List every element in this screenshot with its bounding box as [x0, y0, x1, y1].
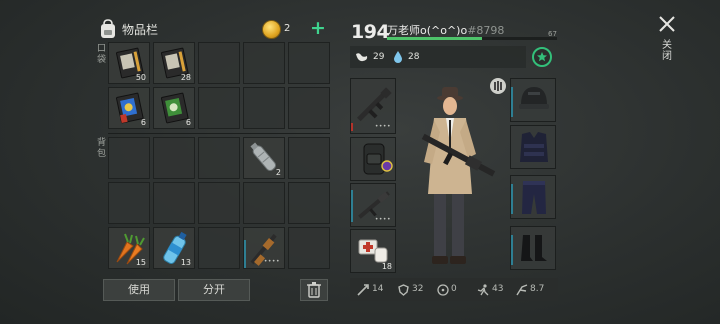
- item-qty: 13: [180, 258, 191, 267]
- backpack-slot-11[interactable]: 15: [108, 227, 150, 269]
- slot-accent: [244, 240, 246, 268]
- attack-icon: [357, 284, 369, 296]
- vest-icon: [520, 132, 548, 162]
- item-qty: 6: [140, 118, 146, 127]
- backpack-icon: [363, 143, 393, 175]
- backpack-slot-4[interactable]: 2: [243, 137, 285, 179]
- trash-button[interactable]: [300, 279, 328, 301]
- pocket-slot-5[interactable]: [288, 42, 330, 84]
- pocket-slot-6[interactable]: 6: [108, 87, 150, 129]
- pants-slot[interactable]: [510, 175, 556, 219]
- backpack-slot-8[interactable]: [198, 182, 240, 224]
- slot-accent: [511, 184, 513, 214]
- backpack-slot-6[interactable]: [108, 182, 150, 224]
- coin-count: 2: [284, 23, 291, 34]
- use-button[interactable]: 使用: [103, 279, 175, 301]
- radiation-value: 0: [451, 284, 457, 294]
- radiation-icon: [437, 284, 449, 296]
- player-name: 万老师o(^o^)o: [387, 24, 468, 37]
- backpack-slot-9[interactable]: [243, 182, 285, 224]
- player-id: #8798: [467, 24, 505, 37]
- xp-value: 67: [548, 30, 557, 38]
- item-qty: 50: [135, 73, 146, 82]
- pocket-slot-10[interactable]: [288, 87, 330, 129]
- favorite-button[interactable]: [532, 47, 552, 67]
- close-icon[interactable]: [656, 13, 678, 35]
- stomach-icon: [356, 53, 368, 62]
- backpack-slot-12[interactable]: 13: [153, 227, 195, 269]
- add-coins-button[interactable]: +: [310, 19, 326, 38]
- speed-value: 43: [492, 284, 504, 294]
- helmet-icon: [519, 87, 549, 109]
- pocket-slot-2[interactable]: 28: [153, 42, 195, 84]
- xp-bar-fill: [387, 37, 483, 40]
- backpack-slot-3[interactable]: [198, 137, 240, 179]
- sprint-icon: [516, 284, 528, 296]
- slot-accent: [511, 87, 513, 117]
- trash-icon: [307, 282, 321, 298]
- water-value: 28: [408, 52, 420, 62]
- pocket-label: 口袋: [97, 44, 107, 65]
- split-button[interactable]: 分开: [178, 279, 250, 301]
- ammo-dots: ••••: [263, 258, 280, 265]
- pants-icon: [522, 181, 546, 214]
- backpack-slot-5[interactable]: [288, 137, 330, 179]
- item-qty: 15: [135, 258, 146, 267]
- attack-value: 14: [372, 284, 384, 294]
- item-qty: 28: [180, 73, 191, 82]
- star-icon: [537, 52, 547, 62]
- close-label[interactable]: 关闭: [662, 40, 673, 62]
- vest-slot[interactable]: [510, 125, 556, 169]
- backpack-slot-2[interactable]: [153, 137, 195, 179]
- food-value: 29: [373, 52, 385, 62]
- shield-icon: [398, 284, 409, 296]
- boots-slot[interactable]: [510, 226, 556, 270]
- coin-icon: [262, 20, 281, 39]
- backpack-slot-15[interactable]: [288, 227, 330, 269]
- backpack-icon: [101, 19, 115, 38]
- slot-accent: [351, 123, 353, 131]
- player-character: [421, 87, 496, 264]
- pocket-slot-7[interactable]: 6: [153, 87, 195, 129]
- backpack-slot-1[interactable]: [108, 137, 150, 179]
- boots-icon: [521, 235, 547, 261]
- water-drop-icon: [394, 51, 402, 63]
- pocket-slot-8[interactable]: [198, 87, 240, 129]
- pocket-slot-3[interactable]: [198, 42, 240, 84]
- player-level: 194: [351, 21, 390, 43]
- secondary-weapon-slot[interactable]: ••••: [350, 183, 396, 227]
- pocket-slot-9[interactable]: [243, 87, 285, 129]
- item-qty: 6: [185, 118, 191, 127]
- player-name-row: 万老师o(^o^)o#8798: [387, 22, 504, 38]
- medkit-qty: 18: [381, 262, 392, 271]
- slot-accent: [351, 190, 353, 222]
- ammo-dots: ••••: [374, 216, 391, 223]
- inventory-divider: [108, 133, 330, 134]
- medkit-slot[interactable]: 18: [350, 229, 396, 273]
- backpack-equip-slot[interactable]: [350, 137, 396, 181]
- running-icon: [477, 284, 489, 296]
- slot-accent: [511, 235, 513, 265]
- backpack-slot-7[interactable]: [153, 182, 195, 224]
- backpack-slot-10[interactable]: [288, 182, 330, 224]
- pocket-slot-1[interactable]: 50: [108, 42, 150, 84]
- inventory-title: 物品栏: [122, 23, 159, 37]
- backpack-slot-13[interactable]: [198, 227, 240, 269]
- item-qty: 2: [275, 168, 281, 177]
- ammo-dots: ••••: [374, 123, 391, 130]
- stamina-value: 8.7: [530, 284, 545, 294]
- pocket-slot-4[interactable]: [243, 42, 285, 84]
- defense-value: 32: [412, 284, 424, 294]
- backpack-slot-14[interactable]: ••••: [243, 227, 285, 269]
- backpack-label: 背包: [97, 138, 107, 159]
- helmet-slot[interactable]: [510, 78, 556, 122]
- primary-weapon-slot[interactable]: ••••: [350, 78, 396, 134]
